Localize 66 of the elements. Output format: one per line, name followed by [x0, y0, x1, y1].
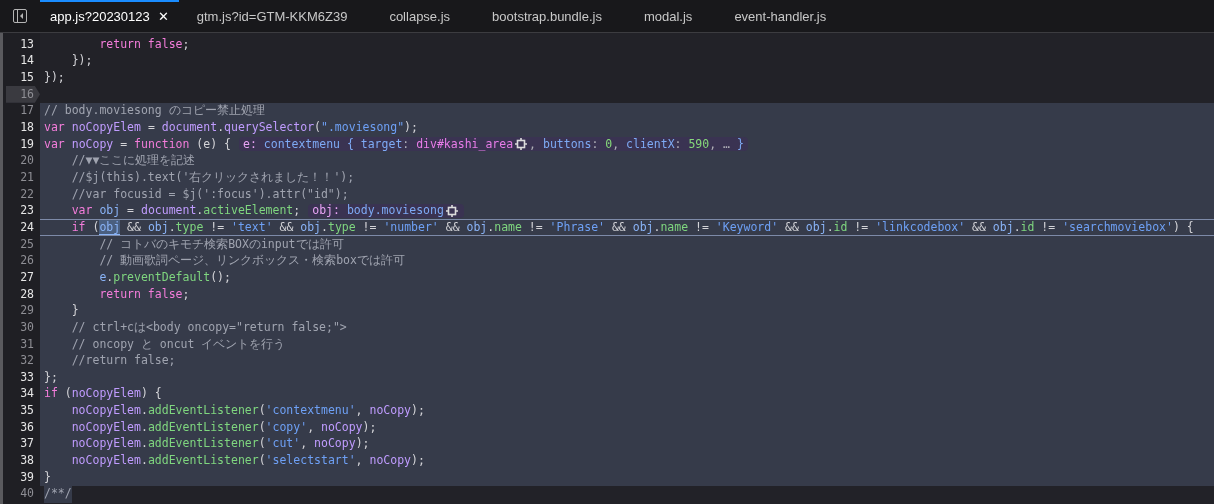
line-number: 22	[20, 185, 34, 203]
line-number: 29	[20, 302, 34, 320]
line-number: 26	[20, 252, 34, 270]
file-tab[interactable]: modal.js	[633, 0, 703, 32]
line-number: 33	[20, 368, 34, 386]
line-number: 35	[20, 402, 34, 420]
line-number: 40	[20, 485, 34, 503]
code-line: if (obj && obj.type != 'text' && obj.type != 'number' && obj.name != 'Phrase' && obj.name != 'Keyword' && obj.id != 'linkcodebox' && obj.id != 'searchmoviebox') {	[70, 218, 1194, 237]
code-line: });	[44, 69, 65, 86]
code-line: // 動画歌詞ページ、リンクボックス・検索boxでは許可	[98, 252, 405, 270]
line-number: 37	[20, 435, 34, 453]
line-number: 36	[20, 418, 34, 436]
file-tab[interactable]: gtm.js?id=GTM-KKM6Z39	[186, 0, 358, 32]
line-number: 24	[20, 218, 34, 236]
file-tab[interactable]: event-handler.js	[724, 0, 837, 32]
line-number: 23	[20, 202, 34, 220]
code-line: return false;	[98, 35, 190, 53]
code-line: var noCopyElem = document.querySelector(".moviesong");	[44, 119, 418, 136]
line-number: 34	[20, 385, 34, 403]
code-line: if (noCopyElem) {	[44, 385, 162, 403]
code-line: //▼▼ここに処理を記述	[70, 152, 196, 170]
line-number: 14	[20, 52, 34, 70]
line-number: 17	[20, 102, 34, 120]
code-line: noCopyElem.addEventListener('cut', noCopy);	[70, 435, 370, 453]
file-tab[interactable]: app.js?20230123 ✕	[40, 0, 179, 32]
code-line: noCopyElem.addEventListener('contextmenu', noCopy);	[70, 402, 425, 420]
line-number: 25	[20, 235, 34, 253]
code-line: //var focusid = $j(':focus').attr("id");	[70, 185, 349, 203]
line-number: 19	[20, 135, 34, 153]
code-line: noCopyElem.addEventListener('copy', noCopy);	[70, 418, 377, 436]
code-line: }	[44, 468, 51, 486]
code-line: return false;	[98, 285, 190, 303]
line-number: 28	[20, 285, 34, 303]
close-icon[interactable]: ✕	[157, 7, 169, 27]
line-number: 32	[20, 352, 34, 370]
line-number: 38	[20, 452, 34, 470]
sidebar-toggle-icon[interactable]	[13, 9, 27, 23]
code-line: noCopyElem.addEventListener('selectstart', noCopy);	[70, 452, 425, 470]
line-number: 16	[20, 85, 34, 103]
code-line: }	[70, 302, 79, 320]
line-number: 39	[20, 468, 34, 486]
code-line: };	[44, 368, 58, 386]
line-number: 13	[20, 35, 34, 53]
line-number: 21	[20, 168, 34, 186]
code-line: var obj = document.activeElement;	[70, 202, 301, 220]
code-line: });	[70, 52, 93, 70]
code-line: //$j(this).text('右クリックされました！！');	[70, 168, 355, 186]
code-line: e.preventDefault();	[98, 268, 231, 286]
code-line: // コトバのキモチ検索BOXのinputでは許可	[98, 235, 344, 253]
line-number: 30	[20, 318, 34, 336]
code-line: //return false;	[70, 352, 176, 370]
inline-value-preview: obj: body.moviesong	[308, 203, 464, 218]
file-tab[interactable]: collapse.js	[379, 0, 461, 32]
code-line: // ctrl+cは<body oncopy="return false;">	[70, 318, 347, 336]
code-line: // oncopy と oncut イベントを行う	[70, 335, 286, 353]
line-number: 18	[20, 119, 34, 136]
file-tab[interactable]: bootstrap.bundle.js	[482, 0, 612, 32]
crosshair-icon[interactable]	[515, 138, 528, 151]
line-number: 15	[20, 69, 34, 86]
inline-value-preview: e: contextmenu { target: div#kashi_area , buttons: 0, clientX: 590, … }	[238, 137, 748, 152]
crosshair-icon[interactable]	[445, 204, 458, 217]
line-number: 20	[20, 152, 34, 170]
code-line: var noCopy = function (e) {	[44, 135, 231, 153]
code-line: // body.moviesong のコピー禁止処理	[44, 102, 265, 120]
line-number: 27	[20, 268, 34, 286]
line-number: 31	[20, 335, 34, 353]
